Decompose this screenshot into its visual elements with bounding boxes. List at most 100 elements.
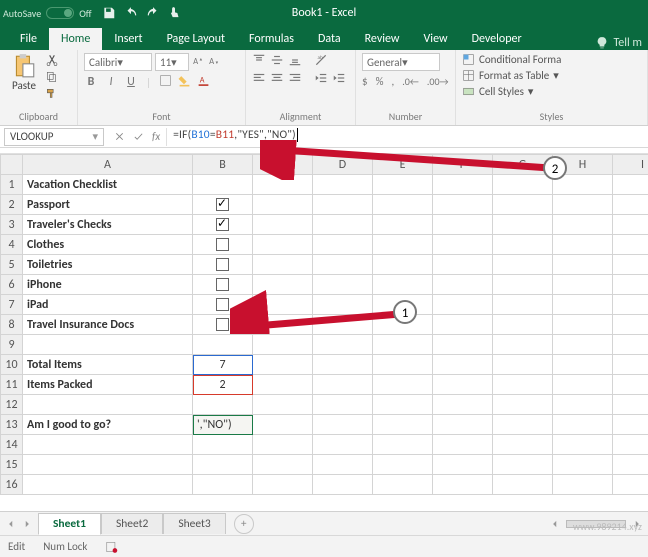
group-styles: Conditional Forma Format as Table ▾ Cell…: [456, 50, 648, 125]
cell-B2: [193, 195, 253, 215]
new-sheet-button[interactable]: +: [234, 514, 254, 534]
tab-file[interactable]: File: [8, 28, 49, 50]
checkbox-iphone[interactable]: [216, 278, 229, 291]
increase-decimal-icon[interactable]: .0←: [402, 75, 419, 88]
redo-icon[interactable]: [146, 6, 160, 20]
toggle-switch[interactable]: [46, 7, 74, 19]
row-16[interactable]: 16: [1, 475, 648, 495]
cell-A4: Clothes: [23, 235, 193, 255]
sheet-tab-1[interactable]: Sheet1: [38, 513, 101, 535]
tell-me[interactable]: Tell m: [595, 36, 648, 50]
touch-icon[interactable]: [168, 6, 182, 20]
checkbox-toiletries[interactable]: [216, 258, 229, 271]
row-10[interactable]: 10Total Items7: [1, 355, 648, 375]
cellstyles-icon: [462, 85, 475, 98]
paste-button[interactable]: Paste: [6, 53, 42, 92]
title-bar: AutoSave Off Book1 - Excel: [0, 0, 648, 26]
checkbox-clothes[interactable]: [216, 238, 229, 251]
name-box[interactable]: VLOOKUP▾: [4, 128, 104, 146]
undo-icon[interactable]: [124, 6, 138, 20]
spreadsheet-grid[interactable]: AB CDE FGH IJ 1Vacation Checklist 2Passp…: [0, 154, 648, 495]
row-8[interactable]: 8Travel Insurance Docs: [1, 315, 648, 335]
autosave-toggle[interactable]: AutoSave Off: [3, 7, 92, 20]
row-7[interactable]: 7iPad: [1, 295, 648, 315]
font-name-select[interactable]: Calibri ▾: [84, 53, 152, 71]
font-color-icon[interactable]: A: [197, 74, 210, 90]
row-1[interactable]: 1Vacation Checklist: [1, 175, 648, 195]
autosave-label: AutoSave: [3, 7, 41, 20]
formula-input[interactable]: =IF(B10=B11,"YES","NO"): [166, 128, 648, 146]
sheet-tab-2[interactable]: Sheet2: [101, 513, 163, 534]
increase-indent-icon[interactable]: [332, 71, 346, 85]
align-bottom-icon[interactable]: [288, 53, 302, 67]
row-9[interactable]: 9: [1, 335, 648, 355]
cell-B7: [193, 295, 253, 315]
cell-A5: Toiletries: [23, 255, 193, 275]
checkbox-ipad[interactable]: [216, 298, 229, 311]
align-left-icon[interactable]: [252, 71, 266, 85]
row-6[interactable]: 6iPhone: [1, 275, 648, 295]
row-4[interactable]: 4Clothes: [1, 235, 648, 255]
italic-button[interactable]: I: [104, 75, 118, 89]
tab-home[interactable]: Home: [49, 28, 102, 50]
fill-color-icon[interactable]: [178, 74, 191, 90]
align-middle-icon[interactable]: [270, 53, 284, 67]
row-5[interactable]: 5Toiletries: [1, 255, 648, 275]
decrease-decimal-icon[interactable]: .00→: [427, 75, 449, 88]
cancel-icon[interactable]: [114, 131, 125, 142]
format-painter-icon[interactable]: [45, 87, 59, 101]
cell-styles-button[interactable]: Cell Styles ▾: [462, 85, 641, 98]
number-format-select[interactable]: General ▾: [362, 53, 440, 71]
checkbox-passport[interactable]: [216, 198, 229, 211]
tab-data[interactable]: Data: [306, 28, 353, 50]
font-size-select[interactable]: 11 ▾: [155, 53, 189, 71]
tab-page-layout[interactable]: Page Layout: [155, 28, 237, 50]
shrink-font-icon[interactable]: A▾: [208, 54, 221, 70]
conditional-formatting-button[interactable]: Conditional Forma: [462, 53, 641, 66]
cell-B5: [193, 255, 253, 275]
tab-formulas[interactable]: Formulas: [237, 28, 306, 50]
status-numlock: Num Lock: [43, 540, 87, 553]
row-11[interactable]: 11Items Packed2: [1, 375, 648, 395]
align-right-icon[interactable]: [288, 71, 302, 85]
enter-icon[interactable]: [133, 131, 144, 142]
row-2[interactable]: 2Passport: [1, 195, 648, 215]
sheet-nav-prev-icon[interactable]: [6, 519, 16, 529]
decrease-indent-icon[interactable]: [314, 71, 328, 85]
scroll-left-icon[interactable]: [550, 519, 560, 529]
checkbox-travelers-checks[interactable]: [216, 218, 229, 231]
comma-icon[interactable]: ,: [391, 75, 394, 88]
row-15[interactable]: 15: [1, 455, 648, 475]
orientation-icon[interactable]: ab: [314, 53, 328, 67]
align-center-icon[interactable]: [270, 71, 284, 85]
row-3[interactable]: 3Traveler's Checks: [1, 215, 648, 235]
row-12[interactable]: 12: [1, 395, 648, 415]
tab-view[interactable]: View: [412, 28, 460, 50]
fx-icon[interactable]: fx: [152, 130, 160, 143]
row-13[interactable]: 13Am I good to go?',"NO"): [1, 415, 648, 435]
tab-developer[interactable]: Developer: [460, 28, 534, 50]
tab-insert[interactable]: Insert: [102, 28, 154, 50]
percent-icon[interactable]: %: [376, 75, 384, 88]
cf-icon: [462, 53, 475, 66]
macro-record-icon[interactable]: [105, 540, 119, 554]
cut-icon[interactable]: [45, 53, 59, 67]
currency-icon[interactable]: $: [362, 75, 368, 88]
borders-icon[interactable]: [159, 74, 172, 90]
quick-access-toolbar: [102, 6, 182, 20]
format-as-table-button[interactable]: Format as Table ▾: [462, 69, 641, 82]
grow-font-icon[interactable]: A▴: [192, 54, 205, 70]
sheet-tab-3[interactable]: Sheet3: [163, 513, 225, 534]
row-14[interactable]: 14: [1, 435, 648, 455]
save-icon[interactable]: [102, 6, 116, 20]
sheet-nav-next-icon[interactable]: [22, 519, 32, 529]
cell-A10: Total Items: [23, 355, 193, 375]
copy-icon[interactable]: [45, 70, 59, 84]
cell-A7: iPad: [23, 295, 193, 315]
bold-button[interactable]: B: [84, 75, 98, 89]
checkbox-insurance[interactable]: [216, 318, 229, 331]
tab-review[interactable]: Review: [353, 28, 412, 50]
underline-button[interactable]: U: [124, 75, 138, 89]
svg-text:A: A: [209, 57, 214, 67]
align-top-icon[interactable]: [252, 53, 266, 67]
